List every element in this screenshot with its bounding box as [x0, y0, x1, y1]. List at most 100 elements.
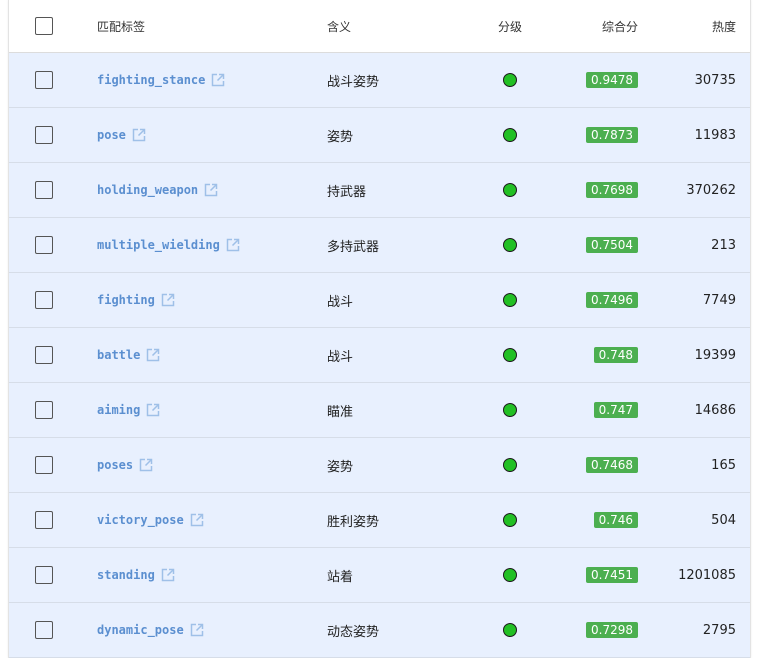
tag-link[interactable]: holding_weapon: [97, 183, 198, 197]
table-row: victory_pose 胜利姿势 0.746 504: [9, 493, 750, 548]
tag-link[interactable]: battle: [97, 348, 140, 362]
grade-cell: [485, 108, 535, 162]
header-checkbox-cell: [35, 0, 53, 52]
row-checkbox[interactable]: [35, 71, 53, 89]
meaning-cell: 胜利姿势: [327, 514, 380, 530]
header-grade[interactable]: 分级: [485, 0, 535, 52]
meaning-cell: 站着: [327, 569, 354, 585]
heat-cell: 2795: [703, 603, 736, 657]
external-link-icon[interactable]: [211, 73, 225, 87]
tag-link[interactable]: multiple_wielding: [97, 238, 220, 252]
heat-cell: 19399: [695, 328, 736, 382]
heat-value: 504: [711, 512, 736, 528]
heat-value: 2795: [702, 622, 736, 638]
green-circle-icon: [503, 513, 517, 527]
grade-cell: [485, 273, 535, 327]
row-checkbox[interactable]: [35, 236, 53, 254]
grade-cell: [485, 218, 535, 272]
green-circle-icon: [503, 403, 517, 417]
row-checkbox[interactable]: [35, 566, 53, 584]
tag-link[interactable]: pose: [97, 128, 126, 142]
meaning-cell: 多持武器: [327, 239, 380, 255]
row-checkbox-cell: [35, 273, 53, 327]
header-score[interactable]: 综合分: [602, 0, 638, 52]
row-checkbox-cell: [35, 218, 53, 272]
score-badge: 0.747: [593, 402, 638, 418]
row-checkbox-cell: [35, 603, 53, 657]
row-checkbox-cell: [35, 328, 53, 382]
heat-cell: 504: [711, 493, 736, 547]
row-checkbox[interactable]: [35, 456, 53, 474]
external-link-icon[interactable]: [190, 513, 204, 527]
grade-cell: [485, 603, 535, 657]
external-link-icon[interactable]: [161, 568, 175, 582]
table-body: fighting_stance 战斗姿势 0.9478 30735 pose 姿…: [9, 53, 750, 658]
row-checkbox[interactable]: [35, 291, 53, 309]
header-heat[interactable]: 热度: [712, 0, 736, 52]
meaning-cell: 姿势: [327, 459, 354, 475]
green-circle-icon: [503, 623, 517, 637]
score-cell: 0.747: [593, 383, 638, 437]
heat-cell: 11983: [695, 108, 736, 162]
row-checkbox[interactable]: [35, 181, 53, 199]
tag-cell: victory_pose: [97, 493, 204, 547]
tag-cell: poses: [97, 438, 153, 492]
heat-value: 11983: [694, 127, 736, 143]
tag-link[interactable]: victory_pose: [97, 513, 184, 527]
meaning-cell: 姿势: [327, 129, 354, 145]
grade-cell: [485, 438, 535, 492]
row-checkbox[interactable]: [35, 401, 53, 419]
external-link-icon[interactable]: [190, 623, 204, 637]
tag-cell: pose: [97, 108, 146, 162]
score-badge: 0.7298: [586, 622, 638, 638]
tag-cell: dynamic_pose: [97, 603, 204, 657]
grade-cell: [485, 548, 535, 602]
external-link-icon[interactable]: [226, 238, 240, 252]
row-checkbox[interactable]: [35, 346, 53, 364]
tag-link[interactable]: aiming: [97, 403, 140, 417]
row-checkbox[interactable]: [35, 126, 53, 144]
heat-cell: 7749: [703, 273, 736, 327]
score-badge: 0.7873: [586, 127, 638, 143]
green-circle-icon: [503, 73, 517, 87]
score-cell: 0.7496: [586, 273, 638, 327]
external-link-icon[interactable]: [139, 458, 153, 472]
tag-cell: standing: [97, 548, 175, 602]
row-checkbox-cell: [35, 438, 53, 492]
external-link-icon[interactable]: [146, 403, 160, 417]
row-checkbox[interactable]: [35, 511, 53, 529]
tag-link[interactable]: standing: [97, 568, 155, 582]
table-row: fighting_stance 战斗姿势 0.9478 30735: [9, 53, 750, 108]
meaning-cell: 战斗姿势: [327, 74, 380, 90]
external-link-icon[interactable]: [161, 293, 175, 307]
green-circle-icon: [503, 348, 517, 362]
select-all-checkbox[interactable]: [35, 17, 53, 35]
score-cell: 0.746: [593, 493, 638, 547]
row-checkbox[interactable]: [35, 621, 53, 639]
meaning-cell: 瞄准: [327, 404, 354, 420]
table-row: standing 站着 0.7451 1201085: [9, 548, 750, 603]
table-row: battle 战斗 0.748 19399: [9, 328, 750, 383]
tag-link[interactable]: poses: [97, 458, 133, 472]
tag-link[interactable]: dynamic_pose: [97, 623, 184, 637]
grade-cell: [485, 328, 535, 382]
table-row: holding_weapon 持武器 0.7698 370262: [9, 163, 750, 218]
header-meaning[interactable]: 含义: [327, 0, 351, 52]
external-link-icon[interactable]: [204, 183, 218, 197]
tag-link[interactable]: fighting: [97, 293, 155, 307]
score-cell: 0.748: [593, 328, 638, 382]
header-tag[interactable]: 匹配标签: [97, 0, 145, 52]
external-link-icon[interactable]: [132, 128, 146, 142]
row-checkbox-cell: [35, 493, 53, 547]
heat-value: 165: [711, 457, 736, 473]
external-link-icon[interactable]: [146, 348, 160, 362]
heat-cell: 370262: [686, 163, 736, 217]
heat-cell: 165: [711, 438, 736, 492]
heat-cell: 14686: [695, 383, 736, 437]
green-circle-icon: [503, 238, 517, 252]
score-cell: 0.7468: [586, 438, 638, 492]
heat-cell: 213: [711, 218, 736, 272]
score-badge: 0.9478: [586, 72, 638, 88]
score-cell: 0.7873: [586, 108, 638, 162]
tag-link[interactable]: fighting_stance: [97, 73, 205, 87]
